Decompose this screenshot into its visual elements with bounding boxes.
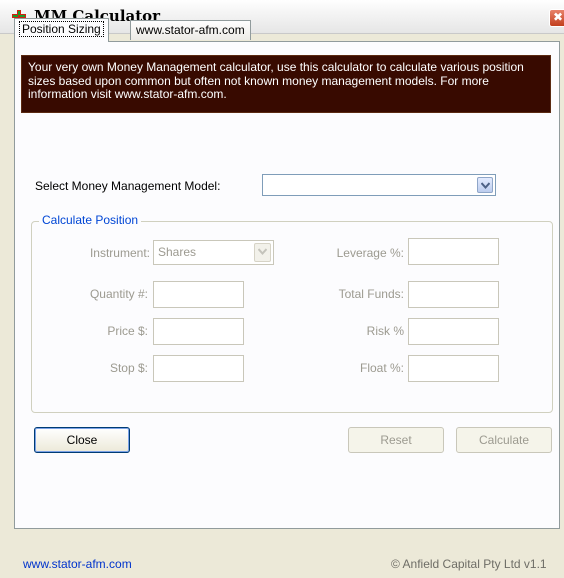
- tab-label: Position Sizing: [19, 21, 104, 37]
- price-input[interactable]: [153, 318, 244, 345]
- tab-stator-afm[interactable]: www.stator-afm.com: [130, 20, 251, 40]
- risk-label: Risk %: [366, 324, 404, 338]
- instrument-value: Shares: [158, 245, 197, 259]
- instrument-label: Instrument:: [89, 246, 150, 260]
- stop-label: Stop $:: [109, 361, 148, 375]
- quantity-label: Quantity #:: [89, 287, 148, 301]
- status-bar: www.stator-afm.com © Anfield Capital Pty…: [8, 546, 564, 578]
- chevron-down-icon[interactable]: [477, 177, 493, 193]
- tab-position-sizing[interactable]: Position Sizing: [14, 18, 109, 42]
- float-input[interactable]: [408, 355, 499, 382]
- model-select-label: Select Money Management Model:: [35, 179, 221, 193]
- price-label: Price $:: [107, 324, 148, 338]
- calculate-button[interactable]: Calculate: [456, 427, 552, 453]
- risk-input[interactable]: [408, 318, 499, 345]
- float-label: Float %:: [359, 361, 404, 375]
- quantity-input[interactable]: [153, 281, 244, 308]
- website-link[interactable]: www.stator-afm.com: [23, 557, 132, 571]
- tab-label: www.stator-afm.com: [136, 23, 245, 37]
- chevron-down-icon[interactable]: [254, 243, 271, 262]
- leverage-input[interactable]: [408, 238, 499, 265]
- stop-input[interactable]: [153, 355, 244, 382]
- window-close-button[interactable]: ✖: [549, 9, 564, 27]
- money-management-model-select[interactable]: [262, 174, 496, 196]
- total-funds-label: Total Funds:: [338, 287, 404, 301]
- copyright-text: © Anfield Capital Pty Ltd v1.1: [391, 557, 547, 571]
- leverage-label: Leverage %:: [336, 246, 404, 260]
- total-funds-input[interactable]: [408, 281, 499, 308]
- group-legend: Calculate Position: [39, 213, 142, 227]
- info-banner: Your very own Money Management calculato…: [21, 55, 551, 113]
- reset-button[interactable]: Reset: [348, 427, 444, 453]
- close-button[interactable]: Close: [34, 427, 130, 453]
- instrument-select[interactable]: Shares: [153, 240, 274, 265]
- mm-calculator-window: MM Calculator ✖ Position Sizing www.stat…: [0, 0, 564, 578]
